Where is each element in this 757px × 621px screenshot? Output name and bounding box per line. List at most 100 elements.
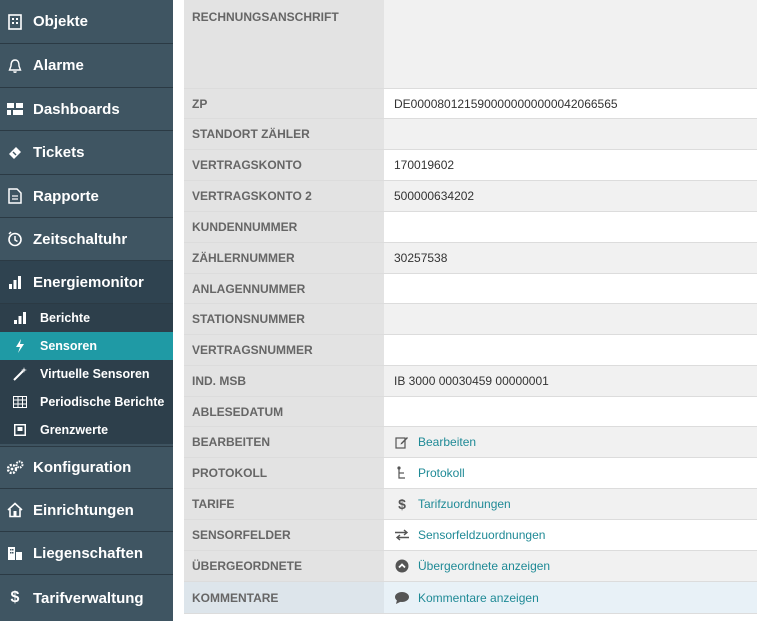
comment-icon	[394, 590, 410, 606]
row-label: IND. MSB	[184, 366, 384, 396]
row-label: RECHNUNGSANSCHRIFT	[184, 0, 384, 88]
nav-liegenschaften[interactable]: Liegenschaften	[0, 532, 173, 575]
row-value: 30257538	[384, 243, 757, 273]
nav-label: Einrichtungen	[33, 501, 134, 519]
exchange-icon	[394, 527, 410, 543]
nav-label: Zeitschaltuhr	[33, 230, 128, 248]
row-value: DE0000801215900000000000042066565	[384, 89, 757, 118]
row-label: SENSORFELDER	[184, 520, 384, 550]
comments-link[interactable]: Kommentare anzeigen	[384, 582, 757, 613]
home-icon	[6, 501, 24, 519]
subnav-label: Periodische Berichte	[40, 395, 165, 409]
row-standort-zaehler: STANDORT ZÄHLER	[184, 119, 757, 150]
building-icon	[6, 13, 24, 31]
nav-konfiguration[interactable]: Konfiguration	[0, 446, 173, 489]
sensorfield-link[interactable]: Sensorfeldzuordnungen	[384, 520, 757, 550]
nav-label: Objekte	[33, 13, 89, 30]
protocol-link[interactable]: Protokoll	[384, 458, 757, 488]
bar-chart-icon	[12, 310, 28, 326]
subnav-berichte[interactable]: Berichte	[0, 304, 173, 332]
nav-einrichtungen[interactable]: Einrichtungen	[0, 489, 173, 532]
dollar-icon: $	[10, 589, 20, 606]
sensor-details-table: RECHNUNGSANSCHRIFT ZP DE0000801215900000…	[184, 0, 757, 621]
subnav-virtuelle-sensoren[interactable]: Virtuelle Sensoren	[0, 360, 173, 388]
row-label: VERTRAGSKONTO 2	[184, 181, 384, 211]
row-ablesedatum: ABLESEDATUM	[184, 397, 757, 427]
row-value: 170019602	[384, 150, 757, 180]
subnav-grenzwerte[interactable]: Grenzwerte	[0, 416, 173, 444]
edit-link-label[interactable]: Bearbeiten	[418, 435, 476, 449]
bell-icon	[6, 57, 24, 75]
row-vertragskonto-2: VERTRAGSKONTO 2 500000634202	[184, 181, 757, 212]
nav-label: Alarme	[33, 57, 84, 74]
row-protokoll: PROTOKOLL Protokoll	[184, 458, 757, 489]
row-uebergeordnete: ÜBERGEORDNETE Übergeordnete anzeigen	[184, 551, 757, 582]
row-label: STATIONSNUMMER	[184, 304, 384, 334]
tariff-link[interactable]: $ Tarifzuordnungen	[384, 489, 757, 519]
parent-link-label[interactable]: Übergeordnete anzeigen	[418, 559, 550, 573]
subnav-periodische-berichte[interactable]: Periodische Berichte	[0, 388, 173, 416]
row-label: STANDORT ZÄHLER	[184, 119, 384, 149]
ticket-icon	[6, 144, 24, 162]
row-vertragskonto: VERTRAGSKONTO 170019602	[184, 150, 757, 181]
nav-tickets[interactable]: Tickets	[0, 131, 173, 175]
row-label: KOMMENTARE	[184, 582, 384, 613]
row-label: PROTOKOLL	[184, 458, 384, 488]
protocol-link-label[interactable]: Protokoll	[418, 466, 465, 480]
bar-chart-icon	[6, 273, 24, 291]
row-rechnungsanschrift: RECHNUNGSANSCHRIFT	[184, 0, 757, 89]
nav-zeitschaltuhr[interactable]: Zeitschaltuhr	[0, 218, 173, 261]
row-label: ZÄHLERNUMMER	[184, 243, 384, 273]
gears-icon	[6, 459, 24, 477]
nav-alarme[interactable]: Alarme	[0, 44, 173, 88]
tariff-link-label[interactable]: Tarifzuordnungen	[418, 497, 511, 511]
row-label: ZP	[184, 89, 384, 118]
subnav-label: Sensoren	[40, 339, 97, 353]
row-label: BEARBEITEN	[184, 427, 384, 457]
table-icon	[12, 394, 28, 410]
nav-objekte[interactable]: Objekte	[0, 0, 173, 44]
nav-tarifverwaltung[interactable]: $ Tarifverwaltung	[0, 575, 173, 621]
nav-label: Tickets	[33, 144, 85, 161]
comments-link-label[interactable]: Kommentare anzeigen	[418, 591, 539, 605]
row-kommentare: KOMMENTARE Kommentare anzeigen	[184, 582, 757, 614]
row-value	[384, 304, 757, 334]
row-bearbeiten: BEARBEITEN Bearbeiten	[184, 427, 757, 458]
row-value	[384, 119, 757, 149]
row-kundennummer: KUNDENNUMMER	[184, 212, 757, 243]
row-label: KUNDENNUMMER	[184, 212, 384, 242]
nav-dashboards[interactable]: Dashboards	[0, 88, 173, 131]
row-value	[384, 335, 757, 365]
parent-link[interactable]: Übergeordnete anzeigen	[384, 551, 757, 581]
subnav-sensoren[interactable]: Sensoren	[0, 332, 173, 360]
row-value	[384, 0, 757, 88]
sensorfield-link-label[interactable]: Sensorfeldzuordnungen	[418, 528, 545, 542]
row-anlagennummer: ANLAGENNUMMER	[184, 274, 757, 304]
timer-icon	[6, 230, 24, 248]
nav-label: Liegenschaften	[33, 544, 144, 562]
subnav-label: Berichte	[40, 311, 91, 325]
subnav-label: Grenzwerte	[40, 423, 109, 437]
row-stationsnummer: STATIONSNUMMER	[184, 304, 757, 335]
row-tarife: TARIFE $ Tarifzuordnungen	[184, 489, 757, 520]
row-value: 500000634202	[384, 181, 757, 211]
row-zaehlernummer: ZÄHLERNUMMER 30257538	[184, 243, 757, 274]
row-label: ABLESEDATUM	[184, 397, 384, 426]
nav-label: Dashboards	[33, 100, 120, 118]
edit-link[interactable]: Bearbeiten	[384, 427, 757, 457]
row-label: TARIFE	[184, 489, 384, 519]
nav-rapporte[interactable]: Rapporte	[0, 175, 173, 218]
lightning-icon	[12, 338, 28, 354]
chevron-up-circle-icon	[394, 558, 410, 574]
row-label: VERTRAGSKONTO	[184, 150, 384, 180]
nav-label: Tarifverwaltung	[33, 589, 144, 607]
sidebar: Objekte Alarme Dashboards Tickets Rappor…	[0, 0, 173, 621]
dashboard-icon	[6, 100, 24, 118]
nav-energiemonitor[interactable]: Energiemonitor	[0, 261, 173, 304]
row-value	[384, 397, 757, 426]
edit-icon	[394, 434, 410, 450]
row-label: ANLAGENNUMMER	[184, 274, 384, 303]
row-label: VERTRAGSNUMMER	[184, 335, 384, 365]
row-label: ÜBERGEORDNETE	[184, 551, 384, 581]
row-value	[384, 274, 757, 303]
